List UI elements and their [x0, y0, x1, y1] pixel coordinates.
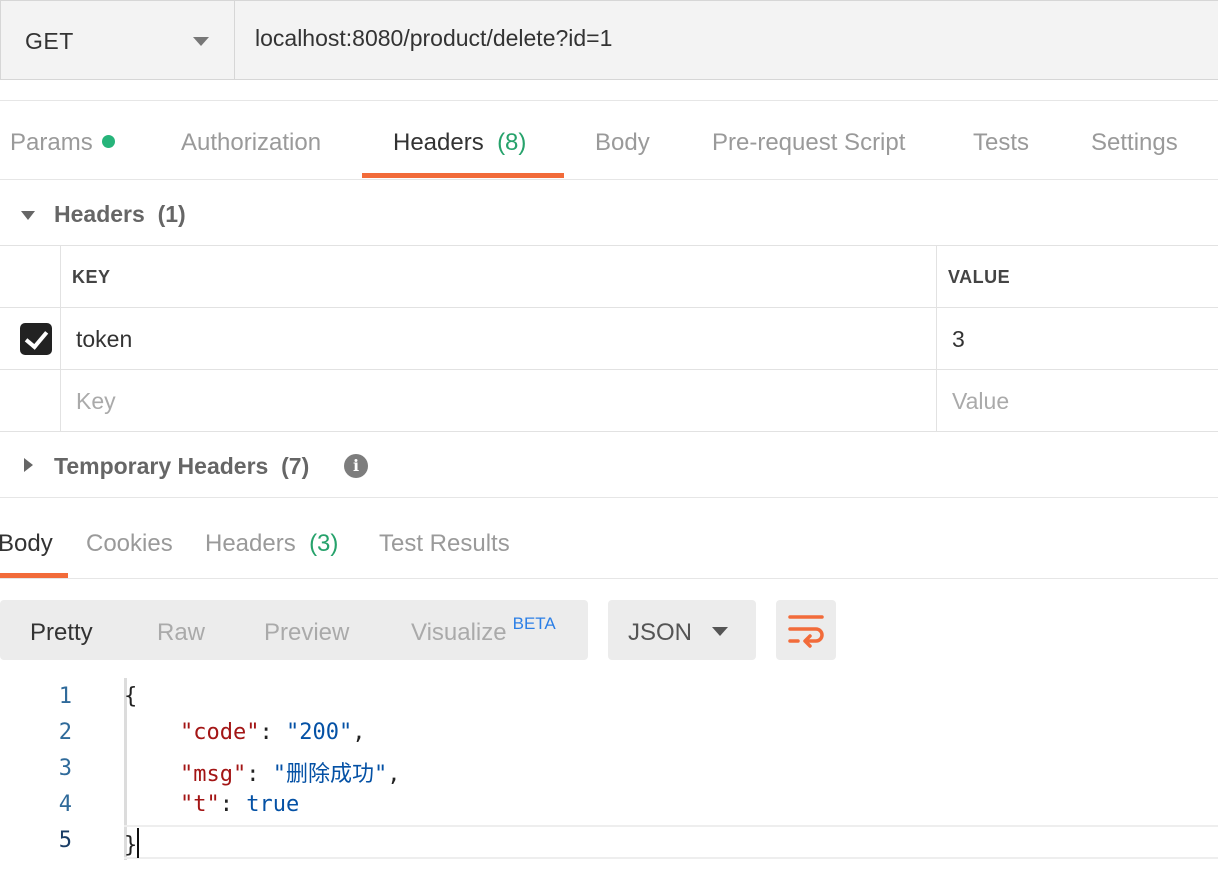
table-row: token 3	[0, 308, 1218, 370]
chevron-down-icon	[193, 37, 209, 46]
line-number: 1	[58, 684, 72, 709]
active-response-tab-underline	[0, 573, 68, 578]
line-number: 4	[58, 792, 72, 817]
tab-headers[interactable]: Headers (8)	[393, 129, 526, 157]
json-key: "t"	[180, 792, 220, 817]
tab-response-headers-label: Headers	[205, 530, 296, 557]
headers-title-text: Headers	[54, 201, 145, 227]
tab-headers-label: Headers	[393, 129, 484, 156]
url-input[interactable]: localhost:8080/product/delete?id=1	[255, 25, 612, 52]
tab-test-results[interactable]: Test Results	[379, 530, 510, 558]
view-visualize-button[interactable]: Visualize BETA	[411, 614, 556, 647]
code-line: }	[124, 828, 140, 858]
view-raw-button[interactable]: Raw	[157, 619, 205, 647]
caret-right-icon	[24, 458, 33, 472]
tab-settings[interactable]: Settings	[1091, 129, 1178, 157]
code-line: "msg": "删除成功",	[180, 762, 401, 787]
code-line: "t": true	[180, 792, 300, 817]
json-comma: ,	[352, 720, 366, 745]
tab-headers-count: (8)	[497, 129, 527, 156]
url-bar: GET localhost:8080/product/delete?id=1	[0, 0, 1218, 80]
headers-section-toggle[interactable]: Headers (1)	[0, 181, 1218, 245]
response-code-viewer[interactable]: 1 2 3 4 5 { "code": "200", "msg": "删除成功"…	[0, 678, 1218, 868]
value-column-header: VALUE	[948, 267, 1011, 287]
tab-tests[interactable]: Tests	[973, 129, 1029, 157]
view-preview-button[interactable]: Preview	[264, 619, 349, 647]
header-enabled-checkbox[interactable]	[20, 323, 52, 355]
text-caret	[137, 828, 140, 858]
tab-pre-request-script[interactable]: Pre-request Script	[712, 129, 905, 157]
table-row-new: Key Value	[0, 370, 1218, 432]
request-tabs: Params Authorization Headers (8) Body Pr…	[0, 100, 1218, 180]
format-label: JSON	[628, 619, 693, 646]
beta-badge: BETA	[512, 614, 556, 633]
active-tab-underline	[362, 173, 564, 178]
new-value-input[interactable]: Value	[952, 388, 1009, 415]
line-number: 2	[58, 720, 72, 745]
json-key: "msg"	[180, 762, 247, 787]
temporary-headers-text: Temporary Headers	[54, 453, 269, 479]
visualize-label: Visualize	[411, 619, 507, 646]
params-indicator-dot	[101, 135, 115, 148]
tab-response-headers-count: (3)	[309, 530, 339, 557]
chevron-down-icon	[712, 627, 728, 636]
tab-response-body[interactable]: Body	[0, 530, 53, 558]
tab-params-label: Params	[10, 129, 93, 156]
headers-table: KEY VALUE token 3 Key Value	[0, 245, 1218, 432]
response-tabs: Body Cookies Headers (3) Test Results	[0, 497, 1218, 579]
json-value: "200"	[285, 720, 353, 745]
code-line: {	[124, 684, 137, 709]
info-icon[interactable]: i	[344, 454, 368, 478]
column-divider	[936, 308, 937, 370]
headers-section-title: Headers (1)	[54, 201, 186, 228]
column-divider	[936, 370, 937, 432]
method-label: GET	[25, 28, 74, 54]
tab-cookies[interactable]: Cookies	[86, 530, 173, 558]
headers-title-count: (1)	[157, 201, 186, 227]
temporary-headers-title: Temporary Headers (7)	[54, 453, 309, 480]
json-comma: ,	[387, 762, 401, 787]
wrap-lines-icon	[788, 615, 824, 648]
column-divider	[60, 370, 61, 432]
header-value-field[interactable]: 3	[952, 326, 965, 353]
line-number: 3	[58, 756, 72, 781]
table-header-row: KEY VALUE	[0, 246, 1218, 308]
current-line-highlight	[124, 825, 1218, 859]
column-divider	[936, 246, 937, 308]
tab-response-headers[interactable]: Headers (3)	[205, 530, 338, 558]
column-divider	[60, 246, 61, 308]
json-key: "code"	[180, 720, 260, 745]
close-brace: }	[124, 833, 138, 858]
new-key-input[interactable]: Key	[76, 388, 116, 415]
open-brace: {	[124, 684, 138, 709]
line-number: 5	[58, 828, 72, 853]
tab-params[interactable]: Params	[10, 129, 115, 157]
json-value: true	[246, 792, 300, 817]
tab-authorization[interactable]: Authorization	[181, 129, 321, 157]
column-divider	[60, 308, 61, 370]
method-select[interactable]: GET	[1, 1, 235, 79]
json-value: "删除成功"	[272, 762, 388, 787]
temporary-headers-count: (7)	[281, 453, 310, 479]
tab-body[interactable]: Body	[595, 129, 650, 157]
wrap-lines-button[interactable]	[776, 600, 836, 660]
view-mode-bar: Pretty Raw Preview Visualize BETA	[0, 600, 588, 660]
view-pretty-button[interactable]: Pretty	[30, 619, 93, 647]
format-select[interactable]: JSON	[608, 600, 756, 660]
header-key-field[interactable]: token	[76, 326, 132, 353]
code-line: "code": "200",	[180, 720, 366, 745]
temporary-headers-toggle[interactable]: Temporary Headers (7) i	[0, 433, 1218, 497]
caret-down-icon	[21, 211, 35, 220]
key-column-header: KEY	[72, 267, 111, 287]
